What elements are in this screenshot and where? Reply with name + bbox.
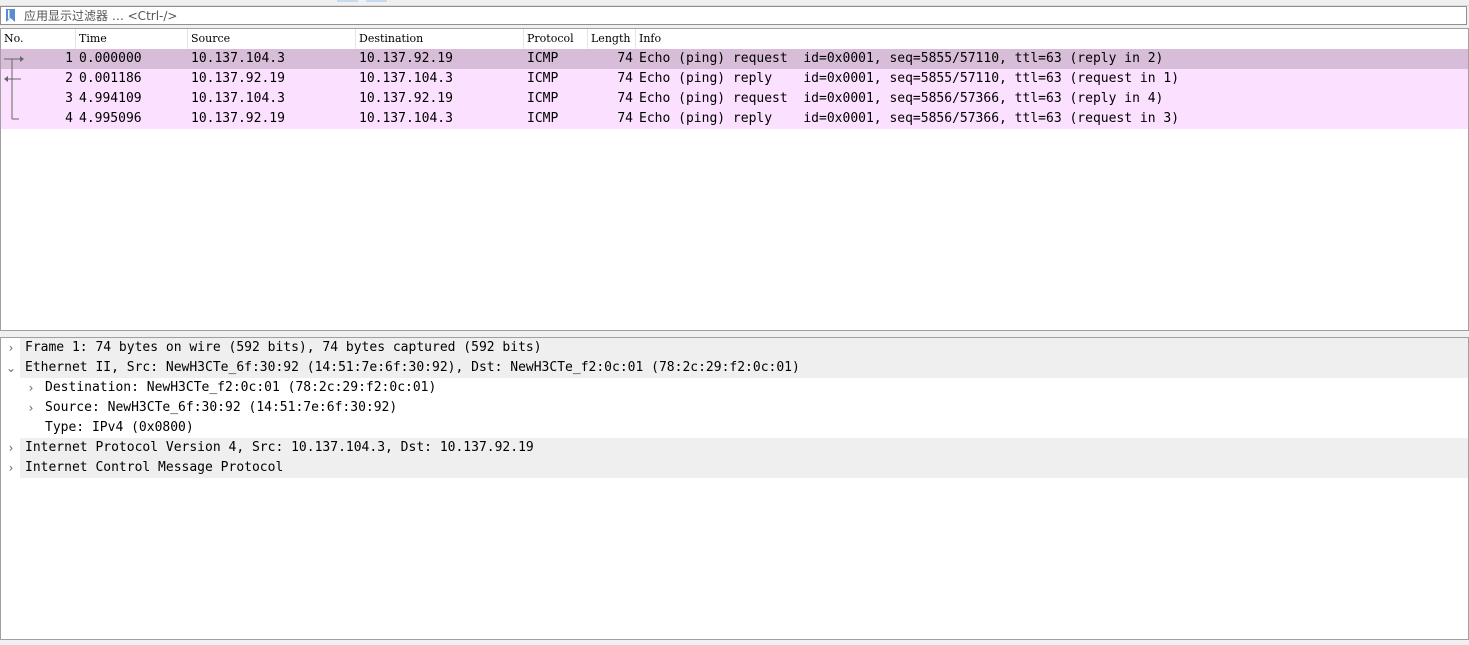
chevron-down-icon[interactable]: ⌄ xyxy=(5,358,17,378)
packet-destination: 10.137.104.3 xyxy=(359,111,453,126)
detail-item-label: Type: IPv4 (0x0800) xyxy=(45,420,194,435)
detail-item-label: Internet Protocol Version 4, Src: 10.137… xyxy=(25,440,534,455)
packet-protocol: ICMP xyxy=(527,51,559,66)
filter-input-placeholder[interactable]: 应用显示过滤器 … <Ctrl-/> xyxy=(24,8,177,24)
packet-row[interactable]: 4 4.995096 10.137.92.19 10.137.104.3 ICM… xyxy=(1,109,1468,129)
packet-length: 74 xyxy=(617,91,633,106)
toolbar-button[interactable] xyxy=(366,0,387,2)
detail-item-eth-destination[interactable]: › Destination: NewH3CTe_f2:0c:01 (78:2c:… xyxy=(1,378,1468,398)
chevron-right-icon[interactable]: › xyxy=(25,378,37,398)
packet-source: 10.137.92.19 xyxy=(191,71,285,86)
packet-no: 1 xyxy=(65,51,73,66)
detail-item-label: Internet Control Message Protocol xyxy=(25,460,284,475)
packet-protocol: ICMP xyxy=(527,91,559,106)
packet-list[interactable]: No. Time Source Destination Protocol Len… xyxy=(0,28,1469,331)
packet-details-pane[interactable]: › Frame 1: 74 bytes on wire (592 bits), … xyxy=(0,337,1469,640)
detail-item-ethernet[interactable]: ⌄ Ethernet II, Src: NewH3CTe_6f:30:92 (1… xyxy=(1,358,1468,378)
packet-destination: 10.137.92.19 xyxy=(359,51,453,66)
packet-no: 3 xyxy=(65,91,73,106)
column-header-length[interactable]: Length xyxy=(588,29,636,49)
column-header-protocol[interactable]: Protocol xyxy=(524,29,588,49)
bottom-strip xyxy=(0,640,1469,645)
chevron-right-icon[interactable]: › xyxy=(5,458,17,478)
detail-item-label: Source: NewH3CTe_6f:30:92 (14:51:7e:6f:3… xyxy=(45,400,398,415)
toolbar-button[interactable] xyxy=(337,0,358,2)
detail-item-frame[interactable]: › Frame 1: 74 bytes on wire (592 bits), … xyxy=(1,338,1468,358)
packet-protocol: ICMP xyxy=(527,111,559,126)
packet-list-header: No. Time Source Destination Protocol Len… xyxy=(1,29,1468,50)
packet-time: 0.000000 xyxy=(79,51,142,66)
packet-row[interactable]: 3 4.994109 10.137.104.3 10.137.92.19 ICM… xyxy=(1,89,1468,109)
detail-item-label: Ethernet II, Src: NewH3CTe_6f:30:92 (14:… xyxy=(25,360,800,375)
packet-time: 4.995096 xyxy=(79,111,142,126)
column-header-info[interactable]: Info xyxy=(636,29,1468,49)
packet-source: 10.137.104.3 xyxy=(191,91,285,106)
bookmark-icon[interactable] xyxy=(4,9,17,22)
column-header-time[interactable]: Time xyxy=(76,29,188,49)
packet-info: Echo (ping) request id=0x0001, seq=5856/… xyxy=(639,91,1164,106)
detail-item-eth-source[interactable]: › Source: NewH3CTe_6f:30:92 (14:51:7e:6f… xyxy=(1,398,1468,418)
packet-length: 74 xyxy=(617,51,633,66)
packet-length: 74 xyxy=(617,111,633,126)
packet-time: 4.994109 xyxy=(79,91,142,106)
packet-no: 4 xyxy=(65,111,73,126)
chevron-right-icon[interactable]: › xyxy=(25,398,37,418)
packet-row[interactable]: 2 0.001186 10.137.92.19 10.137.104.3 ICM… xyxy=(1,69,1468,89)
column-header-destination[interactable]: Destination xyxy=(356,29,524,49)
packet-time: 0.001186 xyxy=(79,71,142,86)
wireshark-window: 应用显示过滤器 … <Ctrl-/> No. Time Source Desti… xyxy=(0,0,1469,645)
packet-length: 74 xyxy=(617,71,633,86)
detail-item-label: Frame 1: 74 bytes on wire (592 bits), 74… xyxy=(25,340,542,355)
packet-no: 2 xyxy=(65,71,73,86)
display-filter-bar[interactable]: 应用显示过滤器 … <Ctrl-/> xyxy=(0,6,1467,25)
packet-info: Echo (ping) request id=0x0001, seq=5855/… xyxy=(639,51,1164,66)
detail-item-ipv4[interactable]: › Internet Protocol Version 4, Src: 10.1… xyxy=(1,438,1468,458)
packet-info: Echo (ping) reply id=0x0001, seq=5856/57… xyxy=(639,111,1180,126)
column-header-no[interactable]: No. xyxy=(1,29,76,49)
packet-info: Echo (ping) reply id=0x0001, seq=5855/57… xyxy=(639,71,1180,86)
packet-source: 10.137.104.3 xyxy=(191,51,285,66)
detail-item-label: Destination: NewH3CTe_f2:0c:01 (78:2c:29… xyxy=(45,380,437,395)
chevron-right-icon[interactable]: › xyxy=(5,338,17,358)
detail-item-eth-type[interactable]: Type: IPv4 (0x0800) xyxy=(1,418,1468,438)
chevron-right-icon[interactable]: › xyxy=(5,438,17,458)
packet-protocol: ICMP xyxy=(527,71,559,86)
column-header-source[interactable]: Source xyxy=(188,29,356,49)
packet-source: 10.137.92.19 xyxy=(191,111,285,126)
packet-destination: 10.137.104.3 xyxy=(359,71,453,86)
packet-destination: 10.137.92.19 xyxy=(359,91,453,106)
packet-row[interactable]: 1 0.000000 10.137.104.3 10.137.92.19 ICM… xyxy=(1,49,1468,69)
detail-item-icmp[interactable]: › Internet Control Message Protocol xyxy=(1,458,1468,478)
